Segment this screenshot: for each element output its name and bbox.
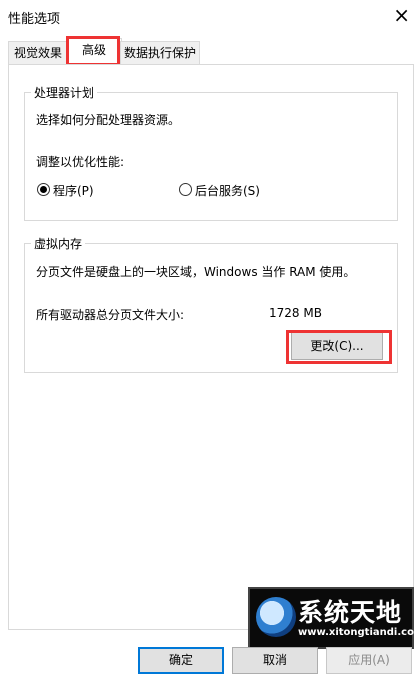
apply-button[interactable]: 应用(A) bbox=[326, 647, 412, 674]
tab-visual-effects[interactable]: 视觉效果 bbox=[8, 41, 68, 64]
cancel-button[interactable]: 取消 bbox=[232, 647, 318, 674]
virtual-memory-title: 虚拟内存 bbox=[31, 235, 86, 252]
processor-scheduling-description: 选择如何分配处理器资源。 bbox=[36, 113, 181, 127]
ok-button[interactable]: 确定 bbox=[138, 647, 224, 674]
tab-strip: 视觉效果 高级 数据执行保护 bbox=[0, 32, 420, 66]
close-icon[interactable]: × bbox=[393, 4, 410, 26]
globe-icon bbox=[256, 597, 296, 637]
tab-dep[interactable]: 数据执行保护 bbox=[120, 41, 200, 64]
watermark-logo: 系统天地 www.xitongtiandi.com bbox=[248, 587, 420, 649]
total-paging-file-value: 1728 MB bbox=[269, 306, 322, 320]
programs-radio[interactable] bbox=[37, 183, 50, 196]
change-button-highlight-box bbox=[286, 330, 392, 364]
virtual-memory-description: 分页文件是硬盘上的一块区域，Windows 当作 RAM 使用。 bbox=[36, 265, 356, 279]
watermark-text: 系统天地 bbox=[298, 598, 403, 627]
total-paging-file-label: 所有驱动器总分页文件大小: bbox=[36, 308, 185, 322]
watermark-url: www.xitongtiandi.com bbox=[298, 627, 420, 638]
background-services-radio[interactable] bbox=[179, 183, 192, 196]
title-bar: 性能选项 × bbox=[0, 0, 420, 32]
processor-scheduling-group: 处理器计划 选择如何分配处理器资源。 调整以优化性能: 程序(P) 后台服务(S… bbox=[24, 84, 398, 221]
tab-highlight-box bbox=[66, 36, 120, 66]
window-title: 性能选项 bbox=[8, 12, 61, 27]
processor-scheduling-title: 处理器计划 bbox=[31, 84, 98, 101]
programs-radio-label[interactable]: 程序(P) bbox=[53, 182, 94, 199]
adjust-performance-label: 调整以优化性能: bbox=[36, 155, 125, 169]
background-services-radio-label[interactable]: 后台服务(S) bbox=[195, 182, 260, 199]
